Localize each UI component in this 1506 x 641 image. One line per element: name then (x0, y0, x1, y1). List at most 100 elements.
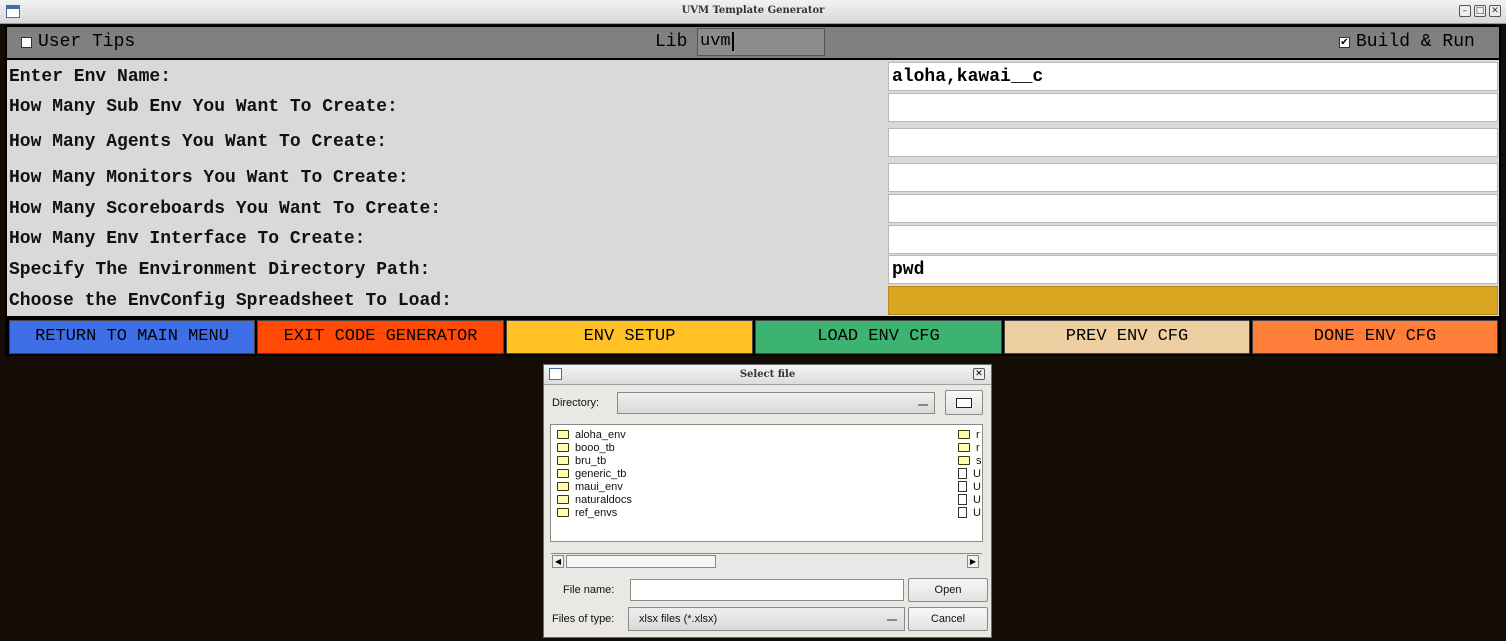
directory-label: Directory: (552, 397, 600, 409)
load-env-cfg-button[interactable]: LOAD ENV CFG (755, 320, 1002, 354)
sub-env-input[interactable] (888, 93, 1498, 122)
file-list-item-label: bru_tb (575, 455, 607, 467)
scroll-left-icon[interactable]: ◀ (552, 555, 564, 568)
folder-icon (557, 443, 569, 452)
folder-icon (557, 456, 569, 465)
agents-input[interactable] (888, 128, 1498, 157)
close-button[interactable]: ✕ (1489, 5, 1501, 17)
up-folder-button[interactable] (945, 390, 983, 415)
folder-icon (958, 430, 970, 439)
scoreboards-label: How Many Scoreboards You Want To Create: (9, 199, 442, 219)
env-interface-label: How Many Env Interface To Create: (9, 229, 366, 249)
folder-icon (557, 482, 569, 491)
file-list-item[interactable]: ref_envs (557, 507, 632, 520)
horizontal-scrollbar[interactable]: ◀ ▶ (551, 553, 982, 569)
options-bar: User Tips Lib uvm ✔ Build & Run (5, 25, 1501, 60)
file-list-item[interactable]: naturaldocs (557, 494, 632, 507)
document-icon (958, 481, 967, 492)
lib-label: Lib (655, 32, 688, 52)
file-list-item-label: U (973, 494, 981, 506)
file-list[interactable]: aloha_env booo_tb bru_tb generic_tb maui_env… (550, 424, 983, 569)
select-file-dialog: Select file ✕ Directory: aloha_env booo_t… (543, 364, 992, 638)
minimize-button[interactable]: – (1459, 5, 1471, 17)
agents-label: How Many Agents You Want To Create: (9, 132, 388, 152)
monitors-input[interactable] (888, 163, 1498, 192)
scrollbar-thumb[interactable] (566, 555, 716, 568)
directory-combo[interactable] (617, 392, 935, 414)
dialog-title-bar: Select file ✕ (544, 365, 991, 385)
env-name-label: Enter Env Name: (9, 67, 172, 87)
return-to-main-menu-button[interactable]: RETURN TO MAIN MENU (9, 320, 255, 354)
file-list-item[interactable]: U (958, 481, 982, 494)
document-icon (958, 507, 967, 518)
maximize-button[interactable]: □ (1474, 5, 1486, 17)
file-list-item-label: s (976, 455, 982, 467)
user-tips-checkbox[interactable] (21, 37, 32, 48)
files-of-type-label: Files of type: (552, 613, 615, 625)
folder-icon (958, 443, 970, 452)
folder-icon (958, 456, 970, 465)
file-list-item[interactable]: bru_tb (557, 455, 632, 468)
folder-icon (557, 430, 569, 439)
file-list-item-label: U (973, 481, 981, 493)
build-run-checkbox[interactable]: ✔ (1339, 37, 1350, 48)
file-list-item-label: generic_tb (575, 468, 627, 480)
file-list-item-label: booo_tb (575, 442, 615, 454)
window-title: UVM Template Generator (681, 5, 825, 16)
title-bar: UVM Template Generator – □ ✕ (0, 0, 1506, 24)
scroll-right-icon[interactable]: ▶ (967, 555, 979, 568)
file-list-item[interactable]: generic_tb (557, 468, 632, 481)
build-run-label: Build & Run (1356, 32, 1475, 52)
file-list-item-label: aloha_env (575, 429, 626, 441)
file-list-item[interactable]: aloha_env (557, 429, 632, 442)
document-icon (958, 468, 967, 479)
spreadsheet-field[interactable] (888, 286, 1498, 315)
lib-value: uvm (700, 32, 731, 51)
combo-arrow-icon (887, 619, 897, 621)
file-list-item[interactable]: U (958, 507, 982, 520)
document-icon (958, 494, 967, 505)
combo-arrow-icon (918, 404, 928, 406)
monitors-label: How Many Monitors You Want To Create: (9, 168, 409, 188)
lib-input[interactable]: uvm (697, 28, 825, 56)
env-name-input[interactable]: aloha,kawai__c (888, 62, 1498, 91)
file-list-item[interactable]: r (958, 442, 982, 455)
done-env-cfg-button[interactable]: DONE ENV CFG (1252, 320, 1498, 354)
env-interface-input[interactable] (888, 225, 1498, 254)
file-list-item[interactable]: U (958, 494, 982, 507)
env-dir-path-label: Specify The Environment Directory Path: (9, 260, 431, 280)
file-list-item[interactable]: r (958, 429, 982, 442)
spreadsheet-label: Choose the EnvConfig Spreadsheet To Load… (9, 291, 452, 311)
prev-env-cfg-button[interactable]: PREV ENV CFG (1004, 320, 1250, 354)
env-setup-button[interactable]: ENV SETUP (506, 320, 753, 354)
file-name-label: File name: (563, 584, 615, 596)
file-list-item[interactable]: maui_env (557, 481, 632, 494)
folder-icon (557, 495, 569, 504)
env-dir-path-input[interactable]: pwd (888, 255, 1498, 284)
action-button-row: RETURN TO MAIN MENU EXIT CODE GENERATOR … (5, 316, 1501, 356)
file-list-item-label: r (976, 429, 980, 441)
cancel-button[interactable]: Cancel (908, 607, 988, 631)
open-button[interactable]: Open (908, 578, 988, 602)
user-tips-label: User Tips (38, 32, 136, 52)
file-list-item-label: U (973, 468, 981, 480)
file-list-item-label: r (976, 442, 980, 454)
file-list-item-label: maui_env (575, 481, 623, 493)
file-list-item[interactable]: s (958, 455, 982, 468)
dialog-close-button[interactable]: ✕ (973, 368, 985, 380)
folder-icon (557, 469, 569, 478)
scoreboards-input[interactable] (888, 194, 1498, 223)
sub-env-label: How Many Sub Env You Want To Create: (9, 97, 398, 117)
file-list-item[interactable]: U (958, 468, 982, 481)
file-list-item-label: ref_envs (575, 507, 618, 519)
files-of-type-value: xlsx files (*.xlsx) (639, 613, 718, 625)
up-folder-icon (956, 398, 972, 408)
file-list-item-label: U (973, 507, 981, 519)
file-list-item[interactable]: booo_tb (557, 442, 632, 455)
file-name-input[interactable] (630, 579, 904, 601)
exit-code-generator-button[interactable]: EXIT CODE GENERATOR (257, 320, 504, 354)
folder-icon (557, 508, 569, 517)
file-list-item-label: naturaldocs (575, 494, 632, 506)
files-of-type-combo[interactable]: xlsx files (*.xlsx) (628, 607, 905, 631)
dialog-title: Select file (739, 369, 796, 380)
